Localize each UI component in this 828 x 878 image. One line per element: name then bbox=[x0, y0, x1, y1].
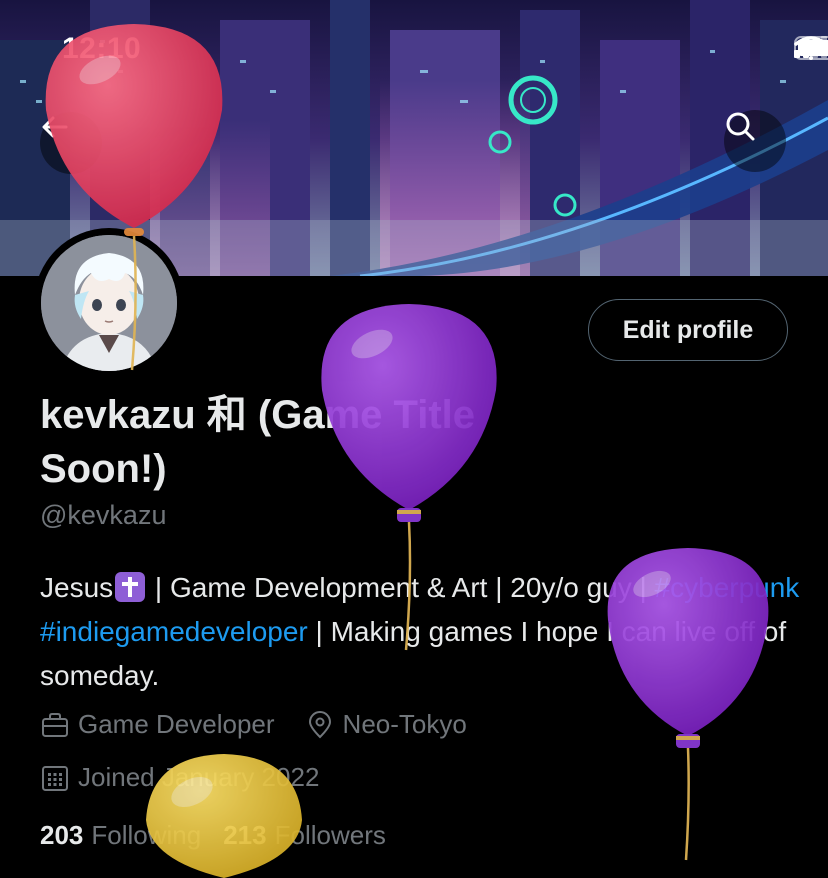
bio: Jesus | Game Development & Art | 20y/o g… bbox=[40, 566, 800, 698]
profile-meta-row: Game Developer Neo-Tokyo bbox=[40, 709, 497, 740]
following-link[interactable]: 203 Following bbox=[40, 820, 201, 851]
occupation-item: Game Developer bbox=[40, 709, 275, 740]
joined-row: Joined January 2022 bbox=[40, 762, 349, 793]
location-item: Neo-Tokyo bbox=[305, 709, 467, 740]
battery-icon bbox=[794, 36, 828, 60]
calendar-icon bbox=[42, 765, 68, 791]
status-time: 12:10 bbox=[62, 32, 142, 65]
avatar-image bbox=[41, 235, 177, 371]
occupation-text: Game Developer bbox=[78, 709, 275, 739]
joined-item: Joined January 2022 bbox=[40, 762, 319, 793]
follow-stats: 203 Following 213 Followers bbox=[40, 820, 408, 851]
hashtag-link[interactable]: #cyberpunk bbox=[655, 572, 800, 603]
search-icon bbox=[726, 112, 755, 141]
edit-profile-button[interactable]: Edit profile bbox=[588, 299, 788, 361]
location-pin-icon bbox=[308, 710, 331, 738]
avatar-border[interactable] bbox=[34, 228, 184, 378]
back-button[interactable] bbox=[40, 112, 102, 174]
bio-text: | Game Development & Art | 20y/o guy | bbox=[147, 572, 655, 603]
following-count: 203 bbox=[40, 820, 84, 850]
following-label: Following bbox=[91, 820, 202, 850]
display-name: kevkazu 和 (Game Title Soon!) bbox=[40, 393, 475, 491]
avatar[interactable] bbox=[41, 235, 177, 371]
followers-link[interactable]: 213 Followers bbox=[223, 820, 386, 851]
joined-text: Joined January 2022 bbox=[78, 762, 320, 792]
followers-count: 213 bbox=[223, 820, 267, 850]
briefcase-icon bbox=[42, 712, 68, 737]
location-text: Neo-Tokyo bbox=[342, 709, 467, 739]
cross-emoji-icon bbox=[115, 572, 146, 602]
arrow-left-icon bbox=[42, 116, 68, 138]
hashtag-link[interactable]: #indiegamedeveloper bbox=[40, 616, 308, 647]
bio-text: Jesus bbox=[40, 572, 114, 603]
followers-label: Followers bbox=[274, 820, 386, 850]
search-button[interactable] bbox=[724, 110, 786, 172]
user-handle: @kevkazu bbox=[40, 500, 167, 530]
